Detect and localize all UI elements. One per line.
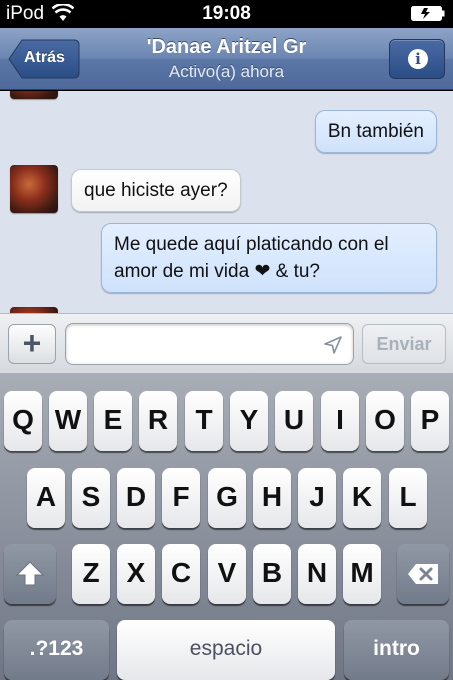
message-text-line: amor de mi vida ❤ & tu?	[114, 261, 321, 282]
add-attachment-button[interactable]: +	[8, 324, 56, 364]
info-button[interactable]: i	[389, 39, 445, 79]
key-r[interactable]: R	[139, 391, 177, 451]
contact-avatar	[10, 165, 58, 213]
key-t[interactable]: T	[185, 391, 223, 451]
location-arrow-icon[interactable]	[323, 335, 343, 355]
delete-key[interactable]	[397, 544, 449, 604]
message-bubble-outgoing[interactable]: Bn también	[314, 110, 437, 153]
key-i[interactable]: I	[321, 391, 359, 451]
message-text: Bn también	[327, 121, 424, 142]
keyboard: Q W E R T Y U I O P A S D F G H J K L Z …	[0, 373, 453, 680]
key-d[interactable]: D	[117, 468, 155, 528]
key-f[interactable]: F	[162, 468, 200, 528]
navigation-bar: Atrás 'Danae Aritzel Gr Activo(a) ahora …	[0, 28, 453, 90]
key-x[interactable]: X	[117, 544, 155, 604]
key-w[interactable]: W	[49, 391, 87, 451]
numbers-key[interactable]: .?123	[4, 620, 109, 680]
shift-arrow-icon	[15, 561, 45, 586]
key-c[interactable]: C	[162, 544, 200, 604]
key-l[interactable]: L	[389, 468, 427, 528]
clock: 19:08	[202, 3, 251, 24]
key-q[interactable]: Q	[4, 391, 42, 451]
info-icon: i	[408, 49, 428, 69]
send-button[interactable]: Enviar	[362, 324, 446, 364]
message-input[interactable]	[65, 323, 354, 365]
key-g[interactable]: G	[208, 468, 246, 528]
key-v[interactable]: V	[208, 544, 246, 604]
key-e[interactable]: E	[94, 391, 132, 451]
key-m[interactable]: M	[343, 544, 381, 604]
space-key[interactable]: espacio	[117, 620, 335, 680]
key-k[interactable]: K	[343, 468, 381, 528]
presence-status: Activo(a) ahora	[168, 62, 285, 81]
key-s[interactable]: S	[72, 468, 110, 528]
key-h[interactable]: H	[253, 468, 291, 528]
back-label: Atrás	[24, 49, 65, 66]
key-o[interactable]: O	[366, 391, 404, 451]
delete-icon	[408, 564, 438, 584]
compose-bar: + Enviar	[0, 313, 453, 373]
key-n[interactable]: N	[298, 544, 336, 604]
conversation-title: 'Danae Aritzel Gr	[146, 36, 307, 58]
message-text-line: Me quede aquí platicando con el	[114, 234, 389, 255]
back-button[interactable]: Atrás	[8, 39, 80, 79]
message-bubble-incoming[interactable]: que hiciste ayer?	[71, 169, 241, 212]
key-p[interactable]: P	[411, 391, 449, 451]
status-bar: iPod 19:08	[0, 0, 453, 28]
shift-key[interactable]	[4, 544, 56, 604]
key-a[interactable]: A	[27, 468, 65, 528]
key-z[interactable]: Z	[72, 544, 110, 604]
key-y[interactable]: Y	[230, 391, 268, 451]
battery-icon	[411, 6, 445, 21]
key-j[interactable]: J	[298, 468, 336, 528]
key-b[interactable]: B	[253, 544, 291, 604]
contact-avatar	[10, 91, 58, 99]
message-text: que hiciste ayer?	[84, 180, 228, 201]
key-u[interactable]: U	[275, 391, 313, 451]
message-bubble-outgoing[interactable]: Me quede aquí platicando con el amor de …	[101, 223, 437, 293]
message-thread[interactable]: Bn también que hiciste ayer? Me quede aq…	[0, 91, 453, 313]
return-key[interactable]: intro	[344, 620, 449, 680]
